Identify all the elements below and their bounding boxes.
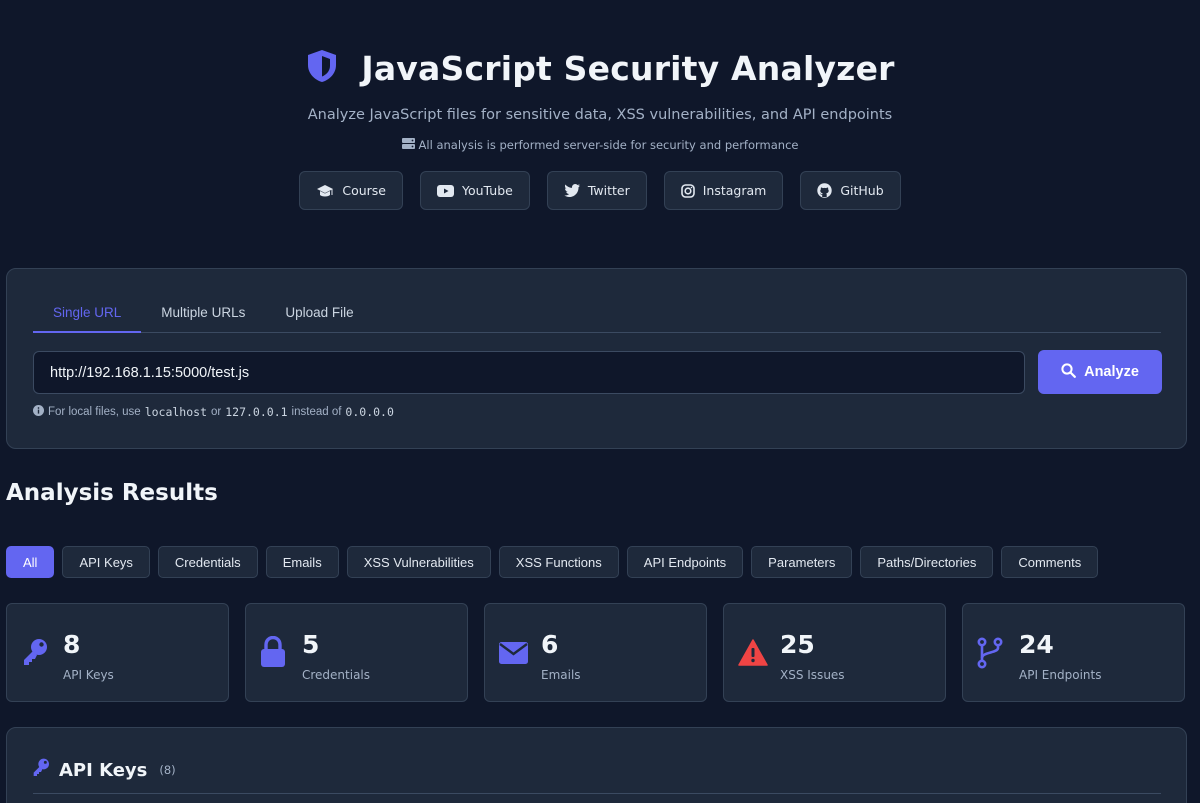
stat-value: 25 bbox=[780, 630, 815, 659]
server-note: All analysis is performed server-side fo… bbox=[0, 138, 1200, 152]
hint-or: or bbox=[211, 406, 222, 418]
stat-value: 24 bbox=[1019, 630, 1054, 659]
hint-code-localhost: localhost bbox=[144, 405, 207, 419]
twitter-icon bbox=[564, 184, 580, 197]
stat-value: 6 bbox=[541, 630, 559, 659]
stat-label: Emails bbox=[541, 668, 581, 682]
filter-parameters[interactable]: Parameters bbox=[751, 546, 853, 578]
local-files-hint: For local files, use localhost or 127.0.… bbox=[33, 405, 394, 419]
filter-emails[interactable]: Emails bbox=[265, 546, 339, 578]
stat-card-api-keys: 8 API Keys bbox=[6, 603, 229, 702]
section-header[interactable]: API Keys (8) bbox=[31, 758, 176, 782]
envelope-icon bbox=[499, 642, 528, 668]
twitter-link-label: Twitter bbox=[587, 183, 630, 198]
filter-credentials[interactable]: Credentials bbox=[157, 546, 258, 578]
analyzer-input-card: Single URL Multiple URLs Upload File Ana… bbox=[6, 268, 1187, 449]
course-link-label: Course bbox=[342, 183, 386, 198]
analyze-button-label: Analyze bbox=[1084, 364, 1139, 380]
stat-label: Credentials bbox=[302, 668, 371, 682]
results-title: Analysis Results bbox=[6, 480, 218, 506]
filter-xss-functions[interactable]: XSS Functions bbox=[498, 546, 619, 578]
youtube-link-label: YouTube bbox=[461, 183, 513, 198]
search-icon bbox=[1061, 362, 1076, 382]
instagram-icon bbox=[680, 183, 695, 198]
filter-xss-vulnerabilities[interactable]: XSS Vulnerabilities bbox=[346, 546, 491, 578]
github-icon bbox=[817, 183, 833, 198]
result-filters: All API Keys Credentials Emails XSS Vuln… bbox=[6, 546, 1099, 578]
url-input[interactable] bbox=[33, 351, 1025, 394]
graduation-cap-icon bbox=[316, 184, 334, 198]
tab-single-url[interactable]: Single URL bbox=[33, 297, 142, 333]
tab-multiple-urls[interactable]: Multiple URLs bbox=[141, 297, 265, 333]
course-link[interactable]: Course bbox=[299, 171, 403, 210]
hint-instead: instead of bbox=[291, 406, 342, 418]
stat-value: 8 bbox=[63, 630, 81, 659]
filter-api-endpoints[interactable]: API Endpoints bbox=[626, 546, 744, 578]
warning-icon bbox=[738, 639, 768, 670]
stat-card-xss-issues: 25 XSS Issues bbox=[723, 603, 946, 702]
filter-paths-directories[interactable]: Paths/Directories bbox=[860, 546, 994, 578]
key-icon bbox=[21, 638, 49, 672]
filter-comments[interactable]: Comments bbox=[1001, 546, 1099, 578]
api-keys-section: API Keys (8) bbox=[6, 727, 1187, 803]
server-note-text: All analysis is performed server-side fo… bbox=[418, 138, 799, 152]
youtube-link[interactable]: YouTube bbox=[419, 171, 530, 210]
stat-card-api-endpoints: 24 API Endpoints bbox=[962, 603, 1185, 702]
stats-row: 8 API Keys 5 Credentials 6 Emails 25 XSS… bbox=[6, 603, 1185, 702]
analyze-button[interactable]: Analyze bbox=[1038, 350, 1162, 394]
hint-prefix: For local files, use bbox=[48, 406, 141, 418]
page-subtitle: Analyze JavaScript files for sensitive d… bbox=[307, 107, 893, 123]
stat-card-emails: 6 Emails bbox=[484, 603, 707, 702]
stat-label: API Keys bbox=[63, 668, 114, 682]
section-divider bbox=[33, 793, 1161, 794]
social-links: Course YouTube Twitter Instagram GitHub bbox=[0, 171, 1200, 210]
filter-all[interactable]: All bbox=[6, 546, 55, 578]
stat-label: XSS Issues bbox=[780, 668, 845, 682]
title-row: JavaScript Security Analyzer bbox=[0, 48, 1200, 88]
instagram-link[interactable]: Instagram bbox=[663, 171, 784, 210]
filter-api-keys[interactable]: API Keys bbox=[62, 546, 150, 578]
key-icon bbox=[31, 758, 51, 782]
section-title: API Keys bbox=[59, 759, 148, 781]
github-link-label: GitHub bbox=[840, 183, 884, 198]
branch-icon bbox=[977, 637, 1003, 673]
section-count: (8) bbox=[159, 763, 176, 777]
stat-value: 5 bbox=[302, 630, 320, 659]
hint-code-loopback: 127.0.0.1 bbox=[225, 405, 288, 419]
shield-icon bbox=[305, 48, 339, 88]
server-icon bbox=[401, 138, 415, 152]
twitter-link[interactable]: Twitter bbox=[546, 171, 647, 210]
stat-label: API Endpoints bbox=[1019, 668, 1102, 682]
input-tabs: Single URL Multiple URLs Upload File bbox=[33, 297, 1161, 333]
lock-icon bbox=[260, 635, 286, 672]
instagram-link-label: Instagram bbox=[702, 183, 767, 198]
stat-card-credentials: 5 Credentials bbox=[245, 603, 468, 702]
github-link[interactable]: GitHub bbox=[800, 171, 901, 210]
youtube-icon bbox=[436, 184, 454, 197]
page-title: JavaScript Security Analyzer bbox=[361, 48, 895, 88]
info-icon bbox=[33, 405, 44, 419]
tab-upload-file[interactable]: Upload File bbox=[265, 297, 373, 333]
hint-code-zero: 0.0.0.0 bbox=[345, 405, 394, 419]
